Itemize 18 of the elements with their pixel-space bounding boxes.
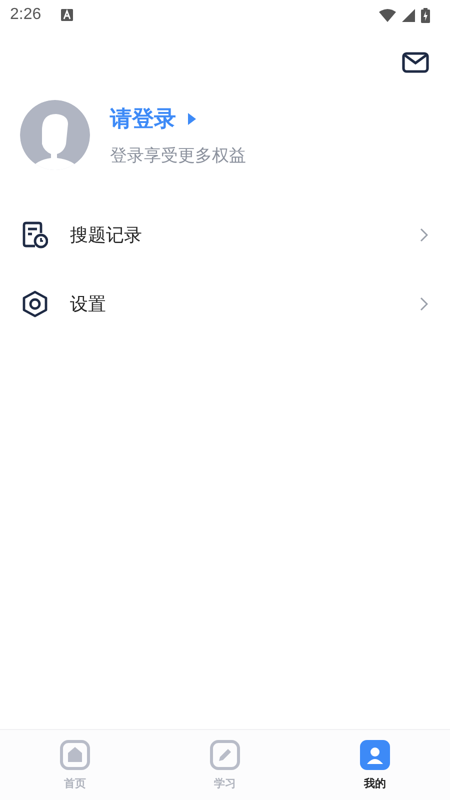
signal-icon: [402, 8, 415, 22]
wifi-icon: [379, 8, 396, 22]
menu-item[interactable]: 搜题记录: [0, 200, 450, 269]
menu-item[interactable]: 设置: [0, 269, 450, 338]
history-icon: [22, 220, 48, 248]
status-time: 2:26: [10, 6, 42, 24]
battery-icon: [421, 8, 430, 22]
pencil-icon: [210, 740, 240, 770]
home-icon: [60, 740, 90, 770]
mail-icon[interactable]: [402, 52, 429, 73]
settings-icon: [22, 290, 48, 318]
triangle-icon: [188, 112, 196, 124]
nav-tab[interactable]: 我的: [300, 730, 450, 800]
chevron-icon: [420, 228, 428, 242]
user-icon: [360, 740, 390, 770]
chevron-icon: [420, 296, 428, 310]
notification-icon: [61, 9, 74, 21]
login-hint: 登录享受更多权益: [110, 144, 246, 166]
